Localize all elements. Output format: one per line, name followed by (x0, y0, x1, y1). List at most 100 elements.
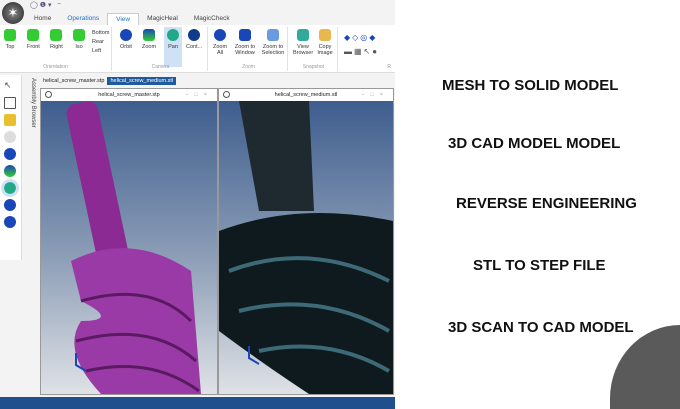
label: Pan (168, 44, 178, 50)
viewport-header: helical_screw_medium.stl –□× (219, 89, 393, 101)
label: Zoom to Window (234, 44, 256, 56)
zoom-camera-icon (143, 29, 156, 41)
zoom-all-icon (214, 29, 226, 41)
label: Zoom (142, 44, 157, 50)
app-logo[interactable]: ✶ (2, 2, 24, 24)
orbit-button[interactable]: Orbit (120, 29, 132, 50)
label: Zoom All (213, 44, 228, 56)
document-tabs: helical_screw_master.stp helical_screw_m… (40, 77, 177, 85)
doc-tab-medium[interactable]: helical_screw_medium.stl (107, 77, 177, 85)
small-views: Bottom Rear Left (92, 29, 109, 56)
service-3d-scan-to-cad: 3D SCAN TO CAD MODEL (448, 319, 634, 336)
service-reverse-engineering: REVERSE ENGINEERING (456, 195, 637, 212)
zoom-icon[interactable] (4, 165, 16, 177)
3d-view[interactable] (219, 101, 393, 394)
iso-button[interactable]: Iso (73, 29, 85, 50)
render-display-icons[interactable]: ▬▦↖● (344, 47, 379, 56)
cube-right-icon (50, 29, 63, 41)
group-label: Orientation (43, 64, 68, 70)
cube-top-icon (4, 29, 16, 41)
ribbon: Top Front Right Iso Bottom Rear Left Ori… (0, 25, 395, 73)
render-mode-icons[interactable]: ◆◇◎◆ (344, 33, 377, 42)
continuous-icon (188, 29, 201, 41)
pan-icon[interactable] (1, 179, 19, 197)
viewport-title: helical_screw_master.stp (98, 92, 160, 98)
doc-tab-master[interactable]: helical_screw_master.stp (40, 77, 107, 85)
viewport-medium[interactable]: helical_screw_medium.stl –□× (218, 88, 394, 395)
window-controls[interactable]: –□× (361, 89, 389, 101)
copy-image-icon (319, 29, 331, 41)
zoom-window-icon[interactable] (4, 216, 16, 228)
helical-screw-solid-model (66, 101, 201, 394)
viewport-icon (45, 91, 52, 98)
view-browser-button[interactable]: View Browser (293, 29, 313, 56)
ribbon-tabs: Home Operations View MagicHeal MagicChec… (26, 13, 238, 25)
label: View Browser (293, 44, 314, 56)
viewport-master[interactable]: helical_screw_master.stp –□× (40, 88, 218, 395)
viewport-header: helical_screw_master.stp –□× (41, 89, 217, 101)
label: Zoom to Selection (261, 44, 285, 56)
group-label: Zoom (242, 64, 255, 70)
app-window: ✶ ◯ ❶ ▾ ⁼ Home Operations View MagicHeal… (0, 0, 395, 409)
select-all-icon[interactable] (4, 114, 16, 126)
continuous-button[interactable]: Cont... (186, 29, 202, 50)
label: Right (50, 44, 63, 50)
group-label: Snapshot (302, 64, 325, 70)
orientation-group: Top Front Right Iso Bottom Rear Left Ori… (0, 27, 112, 71)
cube-iso-icon (73, 29, 85, 41)
select-arrow-icon[interactable]: ↖ (4, 80, 16, 92)
status-bar (0, 397, 395, 409)
label: Orbit (120, 44, 132, 50)
copy-image-button[interactable]: Copy Image (315, 29, 335, 56)
window-controls[interactable]: –□× (185, 89, 213, 101)
zoom-button[interactable]: Zoom (142, 29, 156, 50)
service-stl-to-step: STL TO STEP FILE (473, 257, 606, 274)
label: Cont... (186, 44, 203, 50)
right-button[interactable]: Right (50, 29, 63, 50)
render-group: ◆◇◎◆ ▬▦↖● R (340, 27, 395, 71)
tab-home[interactable]: Home (26, 13, 59, 25)
quick-access-toolbar[interactable]: ◯ ❶ ▾ ⁼ (30, 1, 61, 9)
zoom-to-selection-button[interactable]: Zoom to Selection (260, 29, 286, 56)
zoom-selection-icon (267, 29, 279, 41)
top-button[interactable]: Top (4, 29, 16, 50)
orbit-icon (120, 29, 132, 41)
label: Front (27, 44, 40, 50)
tab-view[interactable]: View (107, 13, 140, 25)
service-3d-cad-model: 3D CAD MODEL MODEL (448, 135, 621, 152)
front-button[interactable]: Front (27, 29, 40, 50)
label: Copy Image (317, 44, 333, 56)
service-mesh-to-solid: MESH TO SOLID MODEL (442, 77, 619, 94)
viewport-title: helical_screw_medium.stl (274, 92, 338, 98)
spheres-icon[interactable] (4, 131, 16, 143)
tab-operations[interactable]: Operations (59, 13, 107, 25)
cube-front-icon (27, 29, 40, 41)
bottom-button[interactable]: Bottom (92, 29, 109, 38)
left-toolbar: ↖ (0, 75, 22, 260)
pan-button[interactable]: Pan (164, 27, 182, 67)
zoom-window-icon (239, 29, 251, 41)
label: Top (5, 44, 15, 50)
rear-button[interactable]: Rear (92, 38, 109, 47)
view-browser-icon (297, 29, 309, 41)
tab-magiccheck[interactable]: MagicCheck (186, 13, 238, 25)
left-button[interactable]: Left (92, 47, 109, 56)
group-label: Camera (151, 64, 170, 70)
orbit-icon[interactable] (4, 148, 16, 160)
group-label: R (387, 64, 391, 70)
zoom-all-icon[interactable] (4, 199, 16, 211)
label: Iso (75, 44, 83, 50)
assembly-browser-tab[interactable]: Assembly Browser (24, 75, 36, 185)
zoom-to-window-button[interactable]: Zoom to Window (232, 29, 258, 56)
zoom-group: Zoom All Zoom to Window Zoom to Selectio… (210, 27, 288, 71)
helical-screw-mesh-model (219, 101, 393, 394)
3d-view[interactable] (41, 101, 217, 394)
pan-icon (167, 29, 179, 41)
snapshot-group: View Browser Copy Image Snapshot (290, 27, 338, 71)
rect-select-icon[interactable] (4, 97, 16, 109)
viewport-icon (223, 91, 230, 98)
camera-group: Orbit Zoom Pan Cont... Camera (114, 27, 208, 71)
tab-magicheal[interactable]: MagicHeal (139, 13, 186, 25)
decorative-circle (610, 325, 680, 409)
zoom-all-button[interactable]: Zoom All (213, 29, 227, 56)
